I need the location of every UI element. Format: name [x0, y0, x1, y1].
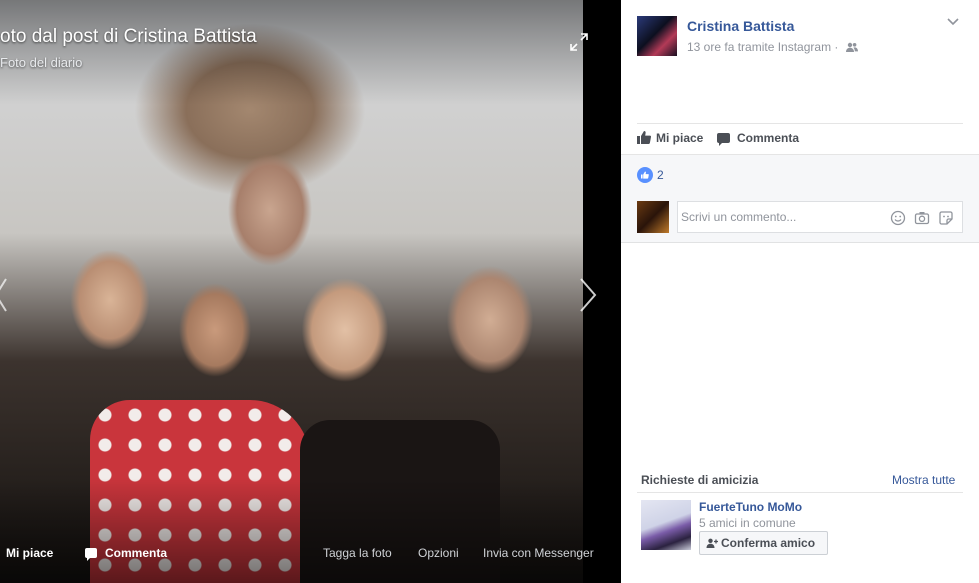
sticker-icon[interactable] — [938, 210, 954, 226]
photo-viewer: oto dal post di Cristina Battista Foto d… — [0, 0, 621, 583]
like-button[interactable]: Mi piace — [637, 131, 703, 145]
chevron-down-icon[interactable] — [947, 18, 959, 26]
photo-like-button[interactable]: Mi piace — [6, 546, 53, 560]
comment-icon — [85, 548, 97, 561]
photo-shade — [0, 0, 583, 583]
see-all-link[interactable]: Mostra tutte — [892, 473, 955, 487]
fullscreen-icon[interactable] — [569, 32, 589, 52]
post-sidebar: Cristina Battista 13 ore fa tramite Inst… — [621, 0, 979, 583]
add-friend-icon — [706, 538, 718, 548]
photo-action-bar: Mi piace Commenta Tagga la foto Opzioni … — [0, 540, 621, 566]
comment-label: Commenta — [737, 131, 800, 145]
next-photo-icon[interactable] — [575, 275, 601, 315]
divider — [637, 492, 963, 493]
thumbs-up-icon — [637, 131, 652, 144]
photo-comment-button[interactable]: Commenta — [85, 546, 168, 561]
friend-request-name[interactable]: FuerteTuno MoMo — [699, 500, 802, 514]
options-button[interactable]: Opzioni — [418, 546, 459, 560]
confirm-friend-label: Conferma amico — [721, 536, 816, 550]
camera-icon[interactable] — [914, 210, 930, 226]
photo-subtitle[interactable]: Foto del diario — [0, 55, 82, 70]
emoji-icon[interactable] — [890, 210, 906, 226]
confirm-friend-button[interactable]: Conferma amico — [699, 531, 828, 555]
mutual-friends-count[interactable]: 5 amici in comune — [699, 516, 796, 530]
friend-requests-header: Richieste di amicizia — [641, 473, 759, 487]
photo-title: oto dal post di Cristina Battista — [0, 26, 257, 47]
like-label: Mi piace — [656, 131, 704, 145]
post-photo[interactable] — [0, 0, 583, 583]
author-name[interactable]: Cristina Battista — [687, 18, 794, 34]
previous-photo-icon[interactable] — [0, 275, 8, 315]
send-messenger-button[interactable]: Invia con Messenger — [483, 546, 594, 560]
comment-input-box[interactable] — [677, 201, 963, 233]
photo-comment-label: Commenta — [105, 546, 168, 560]
like-reaction-icon[interactable] — [637, 167, 653, 183]
post-timestamp[interactable]: 13 ore fa tramite Instagram · — [687, 40, 838, 54]
comment-input[interactable] — [681, 210, 881, 224]
friend-request-avatar[interactable] — [641, 500, 691, 550]
comment-section: 2 — [621, 154, 979, 243]
current-user-avatar — [637, 201, 669, 233]
comment-icon — [717, 133, 730, 146]
author-avatar[interactable] — [637, 16, 677, 56]
divider — [637, 123, 963, 124]
like-count[interactable]: 2 — [657, 168, 664, 182]
friends-audience-icon[interactable] — [845, 42, 858, 52]
comment-button[interactable]: Commenta — [717, 131, 800, 146]
tag-photo-button[interactable]: Tagga la foto — [323, 546, 392, 560]
post-meta: 13 ore fa tramite Instagram · — [687, 40, 858, 54]
